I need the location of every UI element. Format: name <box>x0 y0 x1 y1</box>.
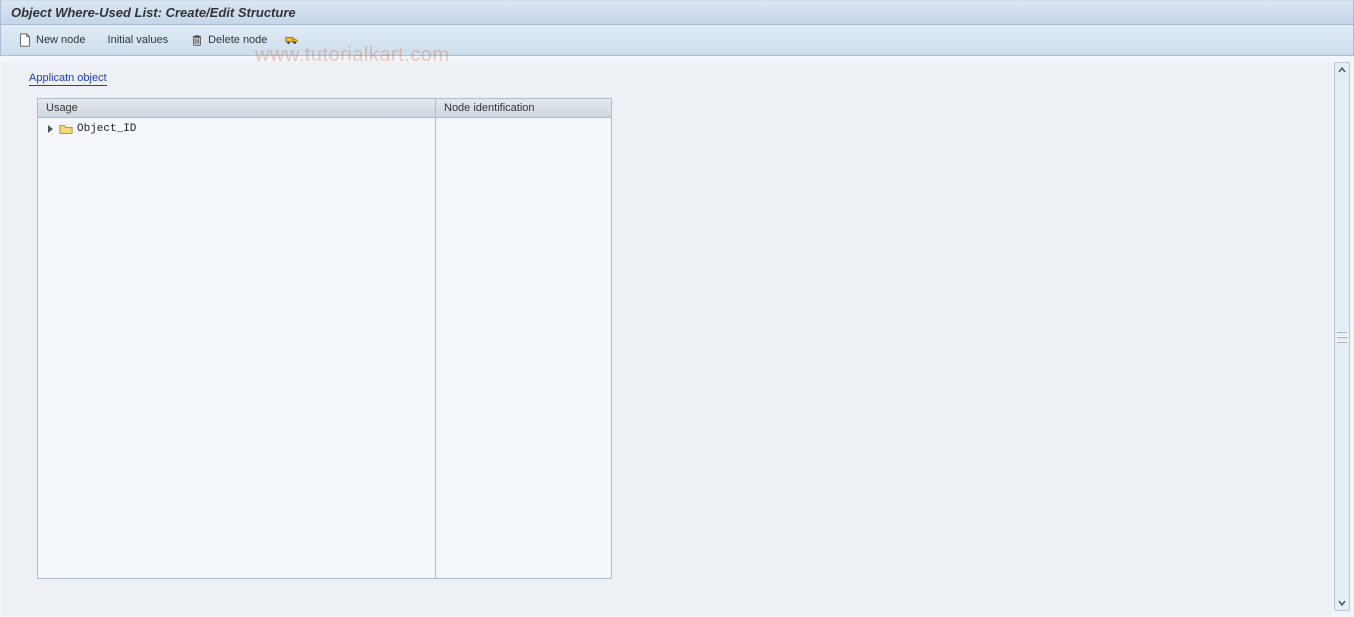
expand-icon[interactable] <box>48 125 53 133</box>
tree-node-object-id[interactable]: Object_ID <box>38 120 435 138</box>
initial-values-button[interactable]: Initial values <box>99 30 178 50</box>
scroll-up-button[interactable] <box>1335 63 1349 77</box>
new-node-label: New node <box>36 34 86 46</box>
table-header: Usage Node identification <box>38 99 611 118</box>
scroll-grip[interactable] <box>1337 331 1347 343</box>
node-id-column-body <box>436 118 611 578</box>
delete-node-label: Delete node <box>208 34 267 46</box>
tree-node-label: Object_ID <box>77 123 136 135</box>
vertical-scrollbar[interactable] <box>1334 62 1350 611</box>
table-body: Object_ID <box>38 118 611 578</box>
usage-table: Usage Node identification Object_ID <box>37 98 612 579</box>
scroll-down-button[interactable] <box>1335 596 1349 610</box>
toolbar: New node Initial values Delete node <box>0 25 1354 56</box>
chevron-up-icon <box>1338 66 1346 74</box>
new-node-button[interactable]: New node <box>9 29 95 51</box>
link-row: Applicatn object <box>1 62 1332 94</box>
delete-node-button[interactable]: Delete node <box>181 29 276 51</box>
initial-values-label: Initial values <box>108 34 169 46</box>
scroll-track[interactable] <box>1335 77 1349 596</box>
page-title: Object Where-Used List: Create/Edit Stru… <box>0 0 1354 25</box>
column-usage[interactable]: Usage <box>38 99 436 117</box>
new-document-icon <box>18 33 32 47</box>
application-object-link[interactable]: Applicatn object <box>29 72 107 86</box>
usage-column-body: Object_ID <box>38 118 436 578</box>
folder-icon <box>59 122 73 136</box>
content-area: Applicatn object Usage Node identificati… <box>1 62 1332 616</box>
transport-button[interactable] <box>280 29 304 51</box>
chevron-down-icon <box>1338 599 1346 607</box>
truck-icon <box>285 33 299 47</box>
column-node-identification[interactable]: Node identification <box>436 99 611 117</box>
trash-icon <box>190 33 204 47</box>
